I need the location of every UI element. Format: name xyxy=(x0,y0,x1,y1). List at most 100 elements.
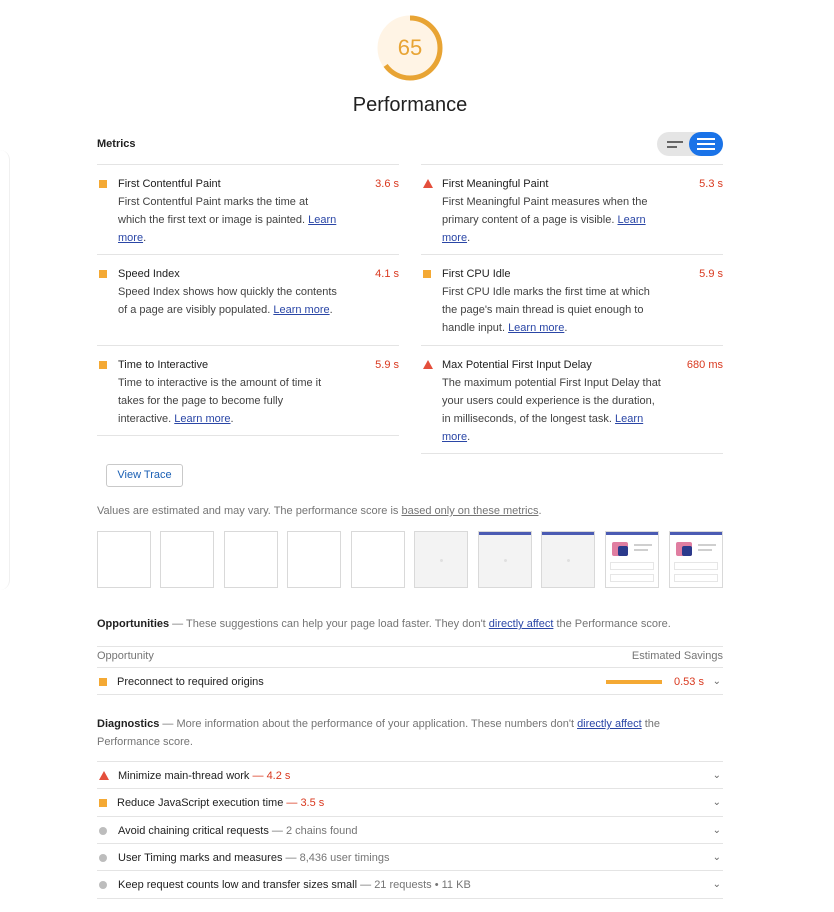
opportunities-desc-end: the Performance score. xyxy=(553,618,671,630)
dash: — xyxy=(169,618,187,630)
info-circle-icon xyxy=(99,854,107,862)
frame-header-bar xyxy=(542,532,594,535)
metric-time-to-interactive: Time to Interactive 5.9 s Time to intera… xyxy=(97,345,399,435)
separator: — xyxy=(282,852,300,864)
learn-more-link[interactable]: Learn more xyxy=(508,322,564,334)
diagnostic-label: Keep request counts low and transfer siz… xyxy=(118,879,358,891)
metric-first-contentful-paint: First Contentful Paint 3.6 s First Conte… xyxy=(97,164,399,254)
compact-view-icon[interactable] xyxy=(667,138,687,150)
metrics-column-left: First Contentful Paint 3.6 s First Conte… xyxy=(97,164,399,436)
divider xyxy=(421,453,723,454)
separator: — xyxy=(357,879,375,891)
frame-card xyxy=(610,574,654,582)
info-circle-icon xyxy=(99,827,107,835)
frame-text-line xyxy=(698,544,716,546)
separator: — xyxy=(268,825,286,837)
diagnostic-row[interactable]: User Timing marks and measures — 8,436 u… xyxy=(97,843,723,870)
diagnostic-row[interactable]: Minimize main-thread work — 4.2 s ⌄ xyxy=(97,761,723,788)
performance-gauge: 65 xyxy=(377,15,443,81)
filmstrip-frame xyxy=(541,531,595,588)
diagnostic-title: Keep request counts low and transfer siz… xyxy=(118,879,471,891)
opportunity-title: Preconnect to required origins xyxy=(117,676,264,688)
expanded-view-icon[interactable] xyxy=(689,132,723,156)
score-calculation-link[interactable]: based only on these metrics xyxy=(401,505,538,517)
frame-card xyxy=(674,562,718,570)
frame-header-bar xyxy=(670,532,722,535)
opportunities-desc: These suggestions can help your page loa… xyxy=(186,618,489,630)
metrics-view-toggle[interactable] xyxy=(657,132,723,156)
filmstrip-frame xyxy=(605,531,659,588)
metric-description: First CPU Idle marks the first time at w… xyxy=(442,286,650,334)
metric-description: First Contentful Paint marks the time at… xyxy=(118,196,337,244)
gauge-score: 65 xyxy=(397,35,423,60)
divider xyxy=(97,435,399,436)
frame-card xyxy=(674,574,718,582)
chevron-down-icon[interactable]: ⌄ xyxy=(713,879,721,890)
diagnostic-label: Minimize main-thread work xyxy=(118,770,250,782)
metrics-header: Metrics xyxy=(97,138,136,150)
chevron-down-icon[interactable]: ⌄ xyxy=(713,825,721,836)
filmstrip-frame xyxy=(478,531,532,588)
dash: — xyxy=(159,718,177,730)
diagnostic-label: Reduce JavaScript execution time xyxy=(117,797,284,809)
metric-description: The maximum potential First Input Delay … xyxy=(442,377,661,443)
metric-value: 3.6 s xyxy=(375,178,399,190)
metric-value: 5.9 s xyxy=(699,268,723,280)
metric-title: Speed Index xyxy=(118,268,180,280)
metric-description: Time to interactive is the amount of tim… xyxy=(118,377,322,425)
diagnostics-header: Diagnostics — More information about the… xyxy=(97,715,723,751)
metric-title: First Contentful Paint xyxy=(118,178,221,190)
opportunity-row[interactable]: Preconnect to required origins 0.53 s ⌄ xyxy=(97,667,723,695)
loading-dot xyxy=(504,559,507,562)
metric-description: First Meaningful Paint measures when the… xyxy=(442,196,648,244)
info-circle-icon xyxy=(99,881,107,889)
directly-affect-link[interactable]: directly affect xyxy=(577,718,642,730)
divider xyxy=(97,898,723,899)
fail-triangle-icon xyxy=(423,360,433,369)
loading-dot xyxy=(440,559,443,562)
metrics-column-right: First Meaningful Paint 5.3 s First Meani… xyxy=(421,164,723,454)
filmstrip-frame xyxy=(351,531,405,588)
metric-first-meaningful-paint: First Meaningful Paint 5.3 s First Meani… xyxy=(421,164,723,254)
frame-text-line xyxy=(698,549,712,551)
filmstrip-frame xyxy=(669,531,723,588)
diagnostic-value: 21 requests • 11 KB xyxy=(374,879,471,891)
diagnostic-label: Avoid chaining critical requests xyxy=(118,825,269,837)
separator: — xyxy=(283,797,301,809)
average-square-icon xyxy=(423,270,431,278)
directly-affect-link[interactable]: directly affect xyxy=(489,618,554,630)
fail-triangle-icon xyxy=(423,179,433,188)
frame-text-line xyxy=(634,549,648,551)
chevron-down-icon[interactable]: ⌄ xyxy=(713,852,721,863)
metric-max-potential-fid: Max Potential First Input Delay 680 ms T… xyxy=(421,345,723,453)
diagnostic-row[interactable]: Keep request counts low and transfer siz… xyxy=(97,870,723,897)
diagnostic-title: Minimize main-thread work — 4.2 s xyxy=(118,770,290,782)
metric-title: First CPU Idle xyxy=(442,268,511,280)
chevron-down-icon[interactable]: ⌄ xyxy=(713,797,721,808)
metric-title: First Meaningful Paint xyxy=(442,178,549,190)
filmstrip xyxy=(97,531,723,588)
learn-more-link[interactable]: Learn more xyxy=(174,413,230,425)
chevron-down-icon[interactable]: ⌄ xyxy=(713,770,721,781)
opportunities-title: Opportunities xyxy=(97,618,170,630)
loading-dot xyxy=(567,559,570,562)
view-trace-button[interactable]: View Trace xyxy=(106,464,183,487)
diagnostic-row[interactable]: Avoid chaining critical requests — 2 cha… xyxy=(97,816,723,843)
savings-value: 0.53 s xyxy=(674,676,704,688)
frame-text-line xyxy=(634,544,652,546)
savings-bar xyxy=(606,680,662,684)
separator: — xyxy=(249,770,267,782)
diagnostic-row[interactable]: Reduce JavaScript execution time — 3.5 s… xyxy=(97,788,723,815)
metric-value: 5.3 s xyxy=(699,178,723,190)
diagnostic-title: Avoid chaining critical requests — 2 cha… xyxy=(118,825,358,837)
metric-speed-index: Speed Index 4.1 s Speed Index shows how … xyxy=(97,254,399,345)
fail-triangle-icon xyxy=(99,771,109,780)
average-square-icon xyxy=(99,270,107,278)
learn-more-link[interactable]: Learn more xyxy=(273,304,329,316)
diagnostic-title: User Timing marks and measures — 8,436 u… xyxy=(118,852,389,864)
diagnostic-value: 2 chains found xyxy=(285,825,358,837)
metric-first-cpu-idle: First CPU Idle 5.9 s First CPU Idle mark… xyxy=(421,254,723,345)
metric-value: 5.9 s xyxy=(375,359,399,371)
chevron-down-icon[interactable]: ⌄ xyxy=(713,676,721,687)
metric-description: Speed Index shows how quickly the conten… xyxy=(118,286,337,316)
